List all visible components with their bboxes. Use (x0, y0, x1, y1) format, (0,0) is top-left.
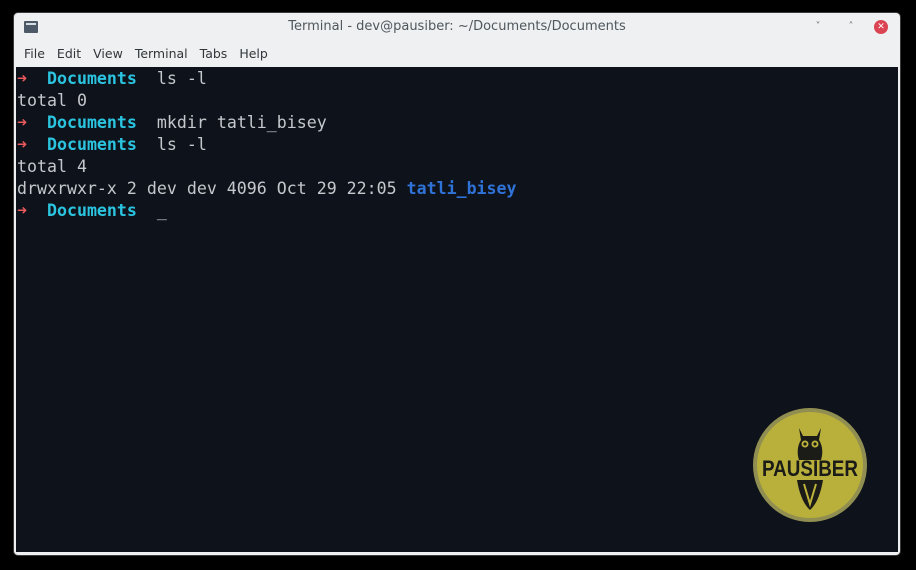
output-line: drwxrwxr-x 2 dev dev 4096 Oct 29 22:05 t… (17, 178, 517, 200)
menu-terminal[interactable]: Terminal (129, 41, 194, 67)
prompt-arrow-icon: ➜ (17, 135, 27, 154)
terminal-window: Terminal - dev@pausiber: ~/Documents/Doc… (14, 13, 900, 555)
watermark-text: PAUSIBER (762, 456, 858, 481)
prompt-directory: Documents (46, 113, 137, 132)
menu-help[interactable]: Help (233, 41, 274, 67)
output-line: total 0 (17, 91, 87, 110)
menu-file[interactable]: File (18, 41, 51, 67)
prompt-directory: Documents (46, 201, 137, 220)
prompt-directory: Documents (46, 69, 137, 88)
close-button[interactable]: ✕ (874, 20, 888, 34)
prompt-line: ➜ Documents _ (17, 200, 167, 222)
menu-tabs[interactable]: Tabs (194, 41, 234, 67)
terminal-output-area[interactable]: ➜ Documents ls -l total 0 ➜ Documents mk… (16, 67, 898, 552)
title-bar[interactable]: Terminal - dev@pausiber: ~/Documents/Doc… (14, 13, 900, 41)
prompt-arrow-icon: ➜ (17, 113, 27, 132)
command-text: ls -l (156, 69, 207, 88)
output-line: total 4 (17, 157, 87, 176)
prompt-directory: Documents (46, 135, 137, 154)
command-text: mkdir tatli_bisey (156, 113, 327, 132)
window-title: Terminal - dev@pausiber: ~/Documents/Doc… (288, 19, 626, 34)
menu-edit[interactable]: Edit (51, 41, 87, 67)
pausiber-watermark-logo: PAUSIBER (753, 408, 867, 522)
prompt-arrow-icon: ➜ (17, 69, 27, 88)
prompt-line: ➜ Documents ls -l (17, 68, 207, 90)
listing-details: drwxrwxr-x 2 dev dev 4096 Oct 29 22:05 (17, 179, 407, 198)
prompt-arrow-icon: ➜ (17, 201, 27, 220)
command-text: ls -l (156, 135, 207, 154)
maximize-button[interactable]: ˄ (844, 20, 858, 34)
menu-bar: File Edit View Terminal Tabs Help (14, 41, 900, 67)
minimize-button[interactable]: ˅ (811, 20, 825, 34)
menu-view[interactable]: View (87, 41, 129, 67)
prompt-line: ➜ Documents ls -l (17, 134, 207, 156)
prompt-line: ➜ Documents mkdir tatli_bisey (17, 112, 327, 134)
directory-name: tatli_bisey (406, 179, 517, 198)
text-cursor: _ (156, 201, 167, 220)
